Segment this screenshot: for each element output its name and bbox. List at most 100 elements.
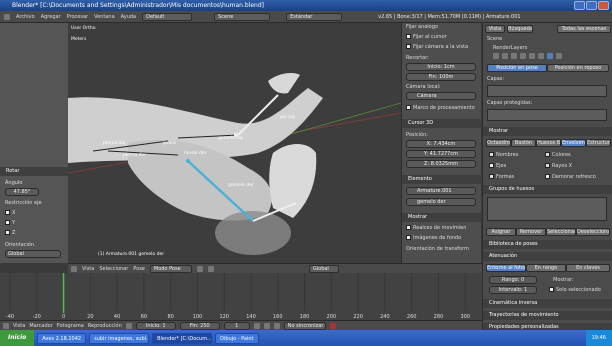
- item-section-header[interactable]: Elemento: [402, 175, 481, 184]
- assign-button[interactable]: Asignar: [486, 228, 516, 236]
- angle-field[interactable]: 47.85°: [5, 188, 39, 196]
- display-section-header[interactable]: Mostrar: [483, 127, 612, 136]
- menu-window[interactable]: Ventana: [94, 11, 115, 23]
- bone-tab-icon[interactable]: [556, 53, 562, 59]
- render-border-checkbox[interactable]: Marco de procesamiento: [402, 104, 481, 113]
- outliner-item[interactable]: RenderLayers: [483, 44, 612, 53]
- item-name-field[interactable]: Armature.001: [406, 187, 476, 195]
- timeline-editor[interactable]: -40 -20 0 20 40 60 80 100 120 140 160 180 200 220 240 2…: [0, 273, 482, 320]
- local-camera-field[interactable]: Cámara: [406, 92, 476, 100]
- jump-end-icon[interactable]: [273, 322, 280, 329]
- armature-tab-icon[interactable]: [547, 53, 553, 59]
- menu-view[interactable]: Vista: [82, 266, 94, 272]
- mode-dropdown[interactable]: Modo Pose: [149, 264, 192, 273]
- ik-section-header[interactable]: Cinemática inversa: [483, 299, 612, 308]
- editor-type-icon[interactable]: [4, 13, 10, 20]
- pose-position-button[interactable]: Posición en pose: [487, 64, 547, 72]
- minimize-button[interactable]: [574, 1, 585, 10]
- bone-groups-list[interactable]: [487, 197, 607, 221]
- search-menu-button[interactable]: Búsqueda: [507, 25, 533, 33]
- cursor-section-header[interactable]: Cursor 3D: [402, 119, 481, 128]
- current-frame-field[interactable]: 1: [223, 321, 250, 330]
- taskbar-task[interactable]: subir imagenes, subi...: [89, 332, 150, 344]
- ghost-interval-field[interactable]: Intervalo: 1: [489, 286, 537, 294]
- cursor-z-field[interactable]: Z: 8.0325mm: [406, 160, 476, 168]
- outliner-item[interactable]: Scene: [483, 35, 612, 44]
- menu-add[interactable]: Agregar: [41, 11, 61, 23]
- modifiers-tab-icon[interactable]: [538, 53, 544, 59]
- editor-type-icon[interactable]: [3, 322, 9, 329]
- motion-paths-section-header[interactable]: Trayectorias de movimiento: [483, 311, 612, 320]
- deselect-button[interactable]: Deseleccionar: [576, 228, 610, 236]
- orientation-dropdown[interactable]: Global: [5, 250, 61, 258]
- render-tab-icon[interactable]: [493, 53, 499, 59]
- shapes-checkbox[interactable]: Formas: [483, 173, 543, 182]
- cursor-y-field[interactable]: Y: 41.7277cm: [406, 150, 476, 158]
- all-scenes-dropdown[interactable]: Todas las escenas: [557, 25, 611, 33]
- names-checkbox[interactable]: Nombres: [483, 151, 543, 160]
- ghost-range-field[interactable]: Rango: 0: [489, 276, 537, 284]
- ghost-on-keys-button[interactable]: En claves: [566, 264, 610, 272]
- background-images-checkbox[interactable]: Imágenes de fondo: [402, 234, 481, 243]
- pivot-icon[interactable]: [207, 265, 214, 272]
- layers-grid[interactable]: [487, 85, 607, 97]
- record-icon[interactable]: [329, 322, 336, 329]
- ghost-in-range-button[interactable]: En rango: [526, 264, 566, 272]
- rest-position-button[interactable]: Posición en reposo: [547, 64, 609, 72]
- colors-checkbox[interactable]: Colores: [545, 151, 605, 160]
- cursor-x-field[interactable]: X: 7.434cm: [406, 140, 476, 148]
- delay-refresh-checkbox[interactable]: Demorar refresco: [545, 173, 611, 182]
- clip-start-field[interactable]: Inicio: 1cm: [406, 63, 476, 71]
- bone-groups-section-header[interactable]: Grupos de huesos: [483, 185, 612, 194]
- clip-end-field[interactable]: Fin: 100m: [406, 73, 476, 81]
- menu-render[interactable]: Procesar: [67, 11, 88, 23]
- end-frame-field[interactable]: Fin: 250: [179, 321, 220, 330]
- object-tab-icon[interactable]: [520, 53, 526, 59]
- select-button[interactable]: Seleccionar: [546, 228, 576, 236]
- selected-only-checkbox[interactable]: Solo seleccionado: [549, 286, 611, 295]
- protected-layers-grid[interactable]: [487, 109, 607, 121]
- menu-playback[interactable]: Reproducción: [88, 323, 122, 329]
- menu-pose[interactable]: Pose: [133, 266, 145, 272]
- axes-checkbox[interactable]: Ejes: [483, 162, 543, 171]
- display-stick[interactable]: Bastón: [511, 139, 536, 147]
- start-frame-field[interactable]: Inicio: 1: [135, 321, 176, 330]
- close-button[interactable]: [598, 1, 609, 10]
- menu-frame[interactable]: Fotograma: [57, 323, 84, 329]
- world-tab-icon[interactable]: [511, 53, 517, 59]
- play-icon[interactable]: [263, 322, 270, 329]
- menu-help[interactable]: Ayuda: [121, 11, 136, 23]
- taskbar-task[interactable]: Dibujo - Paint: [215, 332, 259, 344]
- xray-checkbox[interactable]: Rayos X: [545, 162, 605, 171]
- outline-checkbox[interactable]: Realces de movimien: [402, 224, 481, 233]
- lock-camera-checkbox[interactable]: Fijar cámara a la vista: [402, 43, 481, 52]
- scene-dropdown[interactable]: Scene: [214, 12, 271, 21]
- display-octahedral[interactable]: Octaedro: [486, 139, 511, 147]
- menu-file[interactable]: Archivo: [16, 11, 35, 23]
- view-menu-button[interactable]: Vista: [485, 25, 505, 33]
- display-section-header[interactable]: Mostrar: [402, 213, 481, 222]
- 3d-viewport[interactable]: User Ortho Meters pierna izq pierna der …: [68, 23, 401, 263]
- axis-x-checkbox[interactable]: X: [0, 209, 68, 218]
- ghost-section-header[interactable]: Atenuación: [483, 252, 612, 261]
- axis-y-checkbox[interactable]: Y: [0, 219, 68, 228]
- lock-cursor-checkbox[interactable]: Fijar al cursor: [402, 33, 481, 42]
- start-button[interactable]: Inicio: [0, 330, 35, 346]
- bone-name-field[interactable]: gemelo der: [406, 198, 476, 206]
- taskbar-task[interactable]: Aves 2.18.1042: [37, 332, 87, 344]
- transform-orientation-dropdown[interactable]: Global: [308, 264, 339, 273]
- rotate-section-header[interactable]: Rotar: [0, 167, 68, 176]
- ghost-around-frame-button[interactable]: Entorno al fotogr: [486, 264, 526, 272]
- transform-orientation-header[interactable]: Orientación de transform: [402, 245, 481, 254]
- constraints-tab-icon[interactable]: [529, 53, 535, 59]
- display-bbone[interactable]: Huesos B: [536, 139, 561, 147]
- layout-dropdown[interactable]: Default: [142, 12, 193, 21]
- editor-type-icon[interactable]: [71, 265, 77, 272]
- display-wire[interactable]: Estructura: [586, 139, 611, 147]
- render-engine-dropdown[interactable]: Estándar: [286, 12, 343, 21]
- shading-icon[interactable]: [196, 265, 203, 272]
- taskbar-task-active[interactable]: Blender* [C:\Docum...: [152, 332, 213, 344]
- maximize-button[interactable]: [586, 1, 597, 10]
- remove-button[interactable]: Remover: [516, 228, 546, 236]
- sync-dropdown[interactable]: No sincronizar: [283, 321, 326, 330]
